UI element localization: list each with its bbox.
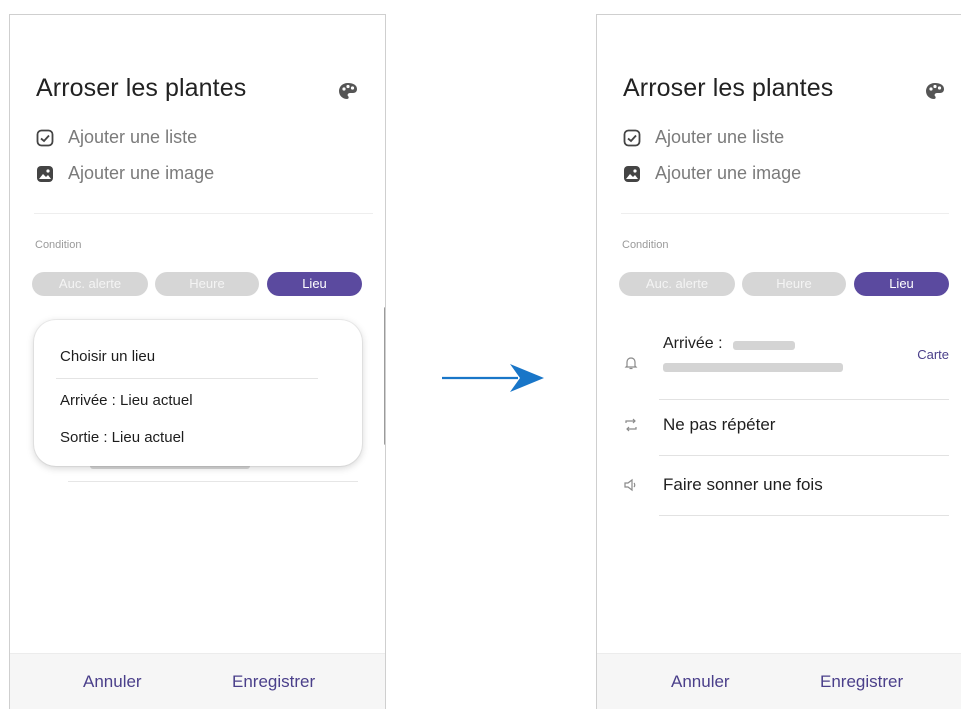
row-divider	[659, 399, 949, 400]
popup-divider	[56, 378, 318, 379]
add-list-option[interactable]: Ajouter une liste	[623, 127, 784, 148]
speaker-icon	[624, 478, 636, 492]
chip-location[interactable]: Lieu	[854, 272, 949, 296]
chip-time[interactable]: Heure	[742, 272, 846, 296]
obscured-address	[733, 341, 795, 350]
image-icon	[37, 165, 53, 182]
choose-location-popup: Choisir un lieu Arrivée : Lieu actuel So…	[34, 320, 362, 466]
phone-screen-after: Arroser les plantes Ajouter une liste Aj…	[596, 14, 961, 709]
map-link[interactable]: Carte	[917, 347, 949, 362]
chip-location[interactable]: Lieu	[267, 272, 362, 296]
checkbox-icon	[36, 129, 54, 146]
arrival-label: Arrivée :	[663, 335, 723, 352]
save-button[interactable]: Enregistrer	[820, 672, 903, 692]
add-list-label: Ajouter une liste	[655, 127, 785, 147]
add-image-option[interactable]: Ajouter une image	[36, 163, 214, 184]
repeat-icon	[625, 418, 637, 432]
footer-bar: Annuler Enregistrer	[10, 653, 385, 709]
divider	[621, 213, 949, 214]
obscured-address-line2	[663, 363, 843, 372]
popup-title: Choisir un lieu	[60, 348, 156, 365]
reminder-title[interactable]: Arroser les plantes	[623, 74, 833, 103]
checkbox-icon	[623, 129, 641, 146]
reminder-title[interactable]: Arroser les plantes	[36, 74, 246, 103]
repeat-row[interactable]: Ne pas répéter	[623, 413, 961, 437]
condition-label: Condition	[622, 239, 669, 251]
popup-item-departure[interactable]: Sortie : Lieu actuel	[60, 429, 184, 446]
cancel-button[interactable]: Annuler	[671, 672, 730, 692]
divider	[34, 213, 373, 214]
add-list-label: Ajouter une liste	[68, 127, 198, 147]
save-button[interactable]: Enregistrer	[232, 672, 315, 692]
condition-label: Condition	[35, 239, 82, 251]
chip-no-alert[interactable]: Auc. alerte	[32, 272, 148, 296]
chip-time[interactable]: Heure	[155, 272, 259, 296]
add-image-option[interactable]: Ajouter une image	[623, 163, 801, 184]
palette-icon[interactable]	[337, 81, 359, 101]
scrollbar[interactable]	[384, 307, 385, 445]
popup-item-arrival[interactable]: Arrivée : Lieu actuel	[60, 392, 193, 409]
image-icon	[624, 165, 640, 182]
sound-label: Faire sonner une fois	[663, 475, 823, 494]
row-divider	[659, 515, 949, 516]
bell-icon	[624, 357, 638, 370]
row-divider	[659, 455, 949, 456]
add-image-label: Ajouter une image	[655, 163, 802, 183]
repeat-label: Ne pas répéter	[663, 415, 776, 434]
arrow-right-icon	[442, 364, 544, 392]
palette-icon[interactable]	[924, 81, 946, 101]
chip-no-alert[interactable]: Auc. alerte	[619, 272, 735, 296]
add-image-label: Ajouter une image	[68, 163, 215, 183]
footer-bar: Annuler Enregistrer	[597, 653, 961, 709]
add-list-option[interactable]: Ajouter une liste	[36, 127, 197, 148]
cancel-button[interactable]: Annuler	[83, 672, 142, 692]
phone-screen-before: Arroser les plantes Ajouter une liste Aj…	[9, 14, 386, 709]
arrival-location-row[interactable]: Arrivée : Carte	[623, 333, 961, 391]
sound-row[interactable]: Faire sonner une fois	[623, 473, 961, 497]
